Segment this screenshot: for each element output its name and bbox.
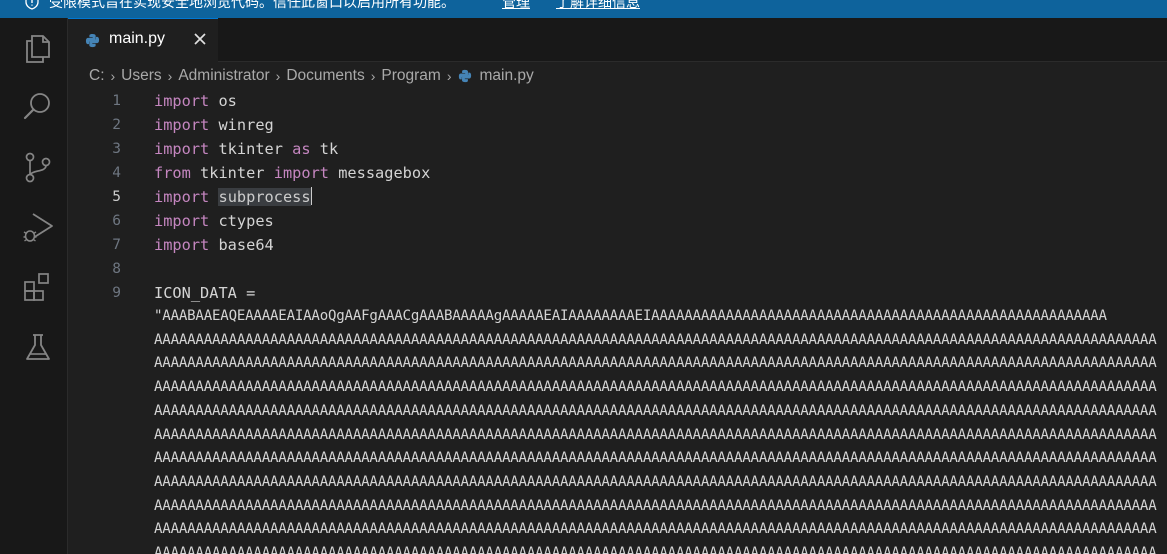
search-icon[interactable] — [19, 88, 57, 126]
chevron-right-icon: › — [167, 68, 173, 84]
identifier-token: ICON_DATA = — [154, 284, 256, 302]
breadcrumb-item-administrator[interactable]: Administrator — [178, 67, 269, 85]
line-number: 8 — [112, 261, 121, 277]
keyword-token: import — [154, 188, 210, 206]
keyword-token: import — [154, 212, 210, 230]
keyword-token: import — [154, 140, 210, 158]
blocks-icon — [24, 273, 49, 301]
breadcrumb-item-program[interactable]: Program — [381, 67, 440, 85]
python-file-icon — [458, 69, 471, 83]
code-line: import ctypes — [154, 209, 274, 233]
line-number: 9 — [112, 285, 121, 301]
chevron-right-icon: › — [275, 68, 281, 84]
python-file-icon — [85, 33, 100, 48]
breadcrumb: C: › Users › Administrator › Documents ›… — [68, 62, 1167, 90]
wrapped-string-line: AAAAAAAAAAAAAAAAAAAAAAAAAAAAAAAAAAAAAAAA… — [154, 426, 1157, 443]
wrapped-string-line: AAAAAAAAAAAAAAAAAAAAAAAAAAAAAAAAAAAAAAAA… — [154, 450, 1157, 467]
identifier-token: tkinter — [209, 140, 293, 158]
wrapped-string-line: AAAAAAAAAAAAAAAAAAAAAAAAAAAAAAAAAAAAAAAA… — [154, 402, 1157, 419]
source-control-icon[interactable] — [19, 148, 57, 186]
restricted-mode-banner: 受限模式旨在实现安全地浏览代码。信任此窗口以启用所有功能。 管理 了解详细信息 — [0, 0, 1167, 18]
chevron-right-icon: › — [370, 68, 376, 84]
explorer-icon[interactable] — [19, 28, 57, 66]
breadcrumb-item-users[interactable]: Users — [121, 67, 161, 85]
line-number-gutter: 1 2 3 4 5 6 7 8 9 — [68, 90, 148, 554]
code-line: import tkinter as tk — [154, 137, 338, 161]
line-number: 7 — [112, 237, 121, 253]
identifier-token: ctypes — [209, 212, 274, 230]
wrapped-string-line: AAAAAAAAAAAAAAAAAAAAAAAAAAAAAAAAAAAAAAAA… — [154, 355, 1157, 372]
banner-message: 受限模式旨在实现安全地浏览代码。信任此窗口以启用所有功能。 — [49, 0, 455, 11]
breadcrumb-item-drive[interactable]: C: — [89, 67, 105, 85]
learn-more-link[interactable]: 了解详细信息 — [556, 0, 640, 12]
play-bug-icon — [23, 213, 53, 242]
keyword-token: as — [292, 140, 311, 158]
selected-token: subprocess — [218, 188, 311, 206]
line-number: 6 — [112, 213, 121, 229]
wrapped-string-line: AAAAAAAAAAAAAAAAAAAAAAAAAAAAAAAAAAAAAAAA… — [154, 521, 1157, 538]
identifier-token: tk — [310, 140, 339, 158]
keyword-token: import — [273, 164, 329, 182]
keyword-token: import — [154, 116, 210, 134]
wrapped-string-line: AAAAAAAAAAAAAAAAAAAAAAAAAAAAAAAAAAAAAAAA… — [154, 331, 1157, 348]
close-icon[interactable] — [191, 30, 209, 48]
keyword-token: import — [154, 236, 210, 254]
testing-icon[interactable] — [19, 328, 57, 366]
code-line: import winreg — [154, 113, 274, 137]
activity-bar — [0, 18, 68, 554]
wrapped-string-line: AAAAAAAAAAAAAAAAAAAAAAAAAAAAAAAAAAAAAAAA… — [154, 545, 1157, 554]
tab-label: main.py — [109, 30, 166, 47]
chevron-right-icon: › — [446, 68, 452, 84]
files-icon — [26, 35, 50, 63]
chevron-right-icon: › — [110, 68, 116, 84]
wrapped-string-line: AAAAAAAAAAAAAAAAAAAAAAAAAAAAAAAAAAAAAAAA… — [154, 379, 1157, 396]
git-branch-icon — [25, 152, 51, 183]
editor-tab-bar: main.py — [68, 18, 1167, 62]
code-line: import subprocess — [154, 185, 312, 209]
line-number: 4 — [112, 165, 121, 181]
tab-main-py[interactable]: main.py — [68, 18, 218, 62]
code-line: import os — [154, 90, 237, 113]
identifier-token: os — [209, 92, 237, 110]
line-number: 1 — [112, 93, 121, 109]
extensions-icon[interactable] — [19, 268, 57, 306]
shield-icon — [25, 0, 39, 10]
identifier-token: messagebox — [329, 164, 431, 182]
wrapped-string-line: AAAAAAAAAAAAAAAAAAAAAAAAAAAAAAAAAAAAAAAA… — [154, 473, 1157, 490]
code-line: ICON_DATA = — [154, 281, 255, 305]
run-debug-icon[interactable] — [19, 208, 57, 246]
keyword-token: import — [154, 92, 210, 110]
code-line: from tkinter import messagebox — [154, 161, 430, 185]
wrapped-string-line: AAAAAAAAAAAAAAAAAAAAAAAAAAAAAAAAAAAAAAAA… — [154, 497, 1157, 514]
flask-icon — [26, 334, 50, 360]
line-number: 3 — [112, 141, 121, 157]
code-line: import base64 — [154, 233, 274, 257]
line-number: 2 — [112, 117, 121, 133]
identifier-token: tkinter — [190, 164, 274, 182]
code-editor[interactable]: 123456789 import os import winreg import t… — [68, 90, 1167, 554]
keyword-token: from — [154, 164, 191, 182]
magnifier-icon — [23, 93, 50, 120]
line-number: 5 — [112, 189, 121, 205]
identifier-token: winreg — [209, 116, 274, 134]
manage-link[interactable]: 管理 — [502, 0, 530, 12]
identifier-token: base64 — [209, 236, 274, 254]
text-cursor — [310, 187, 312, 205]
wrapped-string-line: "AAABAAEAQEAAAAEAIAAoQgAAFgAAACgAAABAAAA… — [154, 308, 1107, 324]
breadcrumb-item-file[interactable]: main.py — [480, 67, 534, 85]
breadcrumb-item-documents[interactable]: Documents — [286, 67, 364, 85]
